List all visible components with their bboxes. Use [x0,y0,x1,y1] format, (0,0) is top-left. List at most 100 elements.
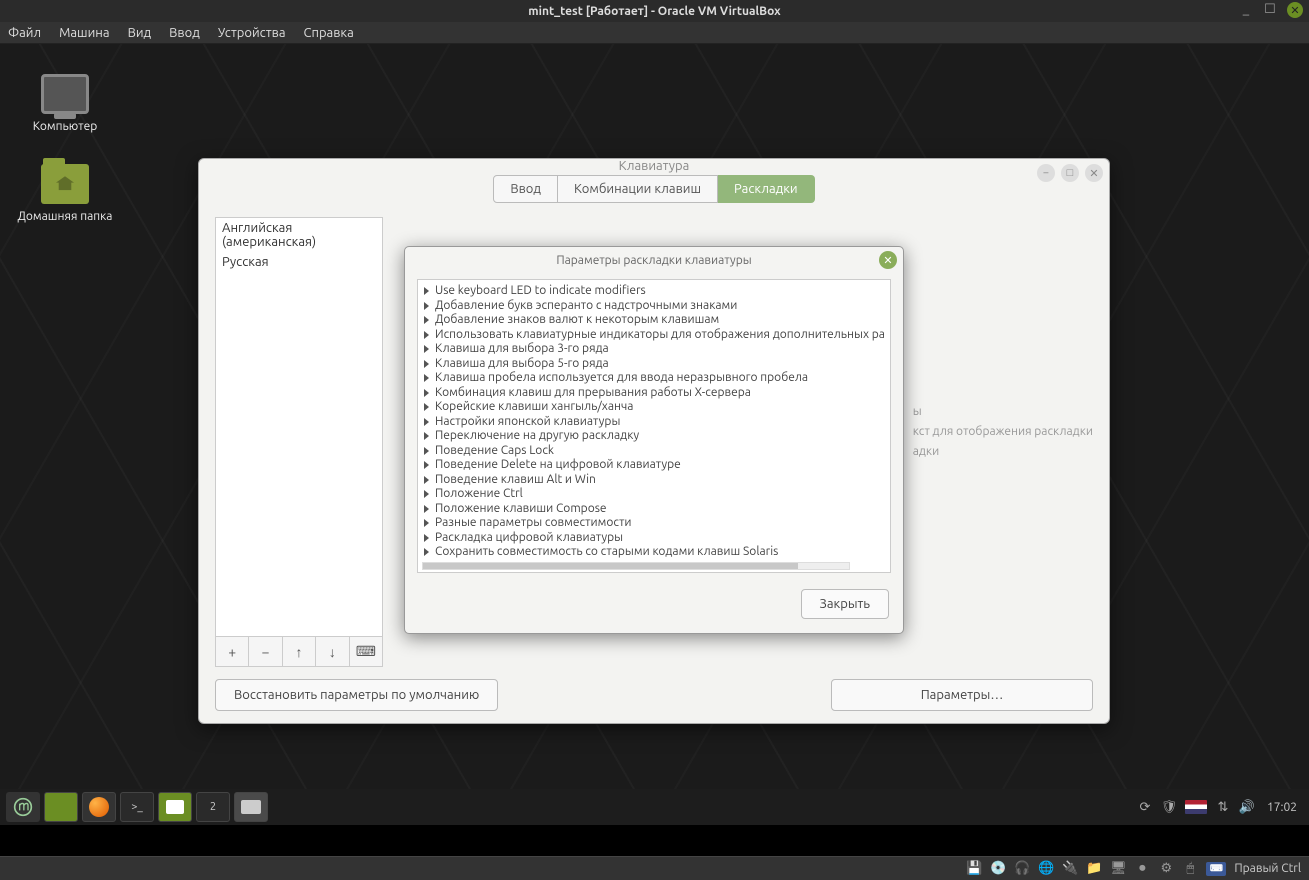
tree-item[interactable]: Положение Ctrl [418,487,890,502]
parameters-button[interactable]: Параметры… [831,679,1093,711]
expand-icon[interactable] [424,389,429,397]
remove-button[interactable]: − [249,637,282,666]
mint-menu-button[interactable] [6,792,40,822]
window-title: Клавиатура [619,159,690,173]
expand-icon[interactable] [424,534,429,542]
taskbar-files[interactable] [158,792,192,822]
tree-item[interactable]: Use keyboard LED to indicate modifiers [418,284,890,299]
vbox-audio-icon[interactable]: 🎧 [1014,861,1030,877]
maximize-icon[interactable]: □ [1061,164,1079,182]
tree-item[interactable]: Клавиша для выбора 5-го ряда [418,357,890,372]
tree-item[interactable]: Корейские клавиши хангыль/ханча [418,400,890,415]
tree-item[interactable]: Использовать клавиатурные индикаторы для… [418,328,890,343]
menu-input[interactable]: Ввод [169,26,200,40]
tree-item[interactable]: Настройки японской клавиатуры [418,415,890,430]
expand-icon[interactable] [424,418,429,426]
maximize-icon[interactable]: ☐ [1263,2,1277,16]
restore-defaults-button[interactable]: Восстановить параметры по умолчанию [215,679,498,711]
desktop-icon-computer[interactable]: Компьютер [10,74,120,133]
vbox-hdd-icon[interactable]: 💾 [966,861,982,877]
tab-layouts[interactable]: Раскладки [718,175,815,203]
tree-item[interactable]: Комбинация клавиш для прерывания работы … [418,386,890,401]
menu-machine[interactable]: Машина [59,26,110,40]
add-button[interactable]: + [216,637,249,666]
taskbar-terminal[interactable]: >_ [120,792,154,822]
horizontal-scrollbar[interactable] [422,562,850,570]
window-titlebar[interactable]: Клавиатура − □ ✕ [199,159,1109,173]
tray-shield-icon[interactable]: 🛡 [1161,799,1177,815]
expand-icon[interactable] [424,403,429,411]
expand-icon[interactable] [424,360,429,368]
vbox-keyboard-capture-icon[interactable]: ⌨ [1206,862,1226,876]
move-up-button[interactable]: ↑ [283,637,316,666]
tree-item[interactable]: Добавление знаков валют к некоторым клав… [418,313,890,328]
tab-input[interactable]: Ввод [493,175,558,203]
vbox-mouse-icon[interactable]: 🖱 [1182,861,1198,877]
vbox-shared-icon[interactable]: 📁 [1086,861,1102,877]
expand-icon[interactable] [424,316,429,324]
expand-icon[interactable] [424,374,429,382]
tree-item[interactable]: Поведение Delete на цифровой клавиатуре [418,458,890,473]
expand-icon[interactable] [424,287,429,295]
tray-lang-indicator[interactable] [1185,800,1207,814]
vbox-recording-icon[interactable]: ⏺ [1134,861,1150,877]
expand-icon[interactable] [424,331,429,339]
close-icon[interactable]: ✕ [1287,2,1303,18]
tree-item[interactable]: Переключение на другую раскладку [418,429,890,444]
tray-sound-icon[interactable]: 🔊 [1239,799,1255,815]
tree-item[interactable]: Клавиша пробела используется для ввода н… [418,371,890,386]
clock[interactable]: 17:02 [1267,801,1297,814]
show-desktop-button[interactable] [44,792,78,822]
show-keyboard-button[interactable]: ⌨ [350,637,382,666]
dialog-titlebar[interactable]: Параметры раскладки клавиатуры ✕ [405,247,903,273]
menu-file[interactable]: Файл [8,26,41,40]
taskbar-app-keyboard[interactable] [234,792,268,822]
tree-item[interactable]: Сохранить совместимость со старыми кодам… [418,545,890,560]
vbox-usb-icon[interactable]: 🔌 [1062,861,1078,877]
taskbar-firefox[interactable] [82,792,116,822]
expand-icon[interactable] [424,461,429,469]
folder-icon [166,800,184,814]
tree-item[interactable]: Поведение клавиш Alt и Win [418,473,890,488]
expand-icon[interactable] [424,476,429,484]
desktop-icon-home[interactable]: Домашняя папка [10,164,120,223]
vbox-optical-icon[interactable]: 💿 [990,861,1006,877]
expand-icon[interactable] [424,447,429,455]
list-item[interactable]: Русская [216,252,382,272]
tree-item[interactable]: Поведение Caps Lock [418,444,890,459]
expand-icon[interactable] [424,490,429,498]
vbox-cpu-icon[interactable]: ⚙ [1158,861,1174,877]
list-item[interactable]: Английская (американская) [216,218,382,252]
tray-network-icon[interactable]: ⇅ [1215,799,1231,815]
tree-item[interactable]: Положение клавиши Compose [418,502,890,517]
options-tree[interactable]: Use keyboard LED to indicate modifiers Д… [417,279,891,573]
close-icon[interactable]: ✕ [879,251,897,269]
expand-icon[interactable] [424,432,429,440]
expand-icon[interactable] [424,302,429,310]
tab-shortcuts[interactable]: Комбинации клавиш [558,175,718,203]
menu-devices[interactable]: Устройства [218,26,286,40]
expand-icon[interactable] [424,505,429,513]
folder-icon [41,164,89,204]
vbox-display-icon[interactable]: 🖥 [1110,861,1126,877]
move-down-button[interactable]: ↓ [316,637,349,666]
vbox-hostkey-label: Правый Ctrl [1234,862,1301,875]
minimize-icon[interactable]: − [1037,164,1055,182]
expand-icon[interactable] [424,548,429,556]
tree-item[interactable]: Клавиша для выбора 3-го ряда [418,342,890,357]
tree-item[interactable]: Добавление букв эсперанто с надстрочными… [418,299,890,314]
tree-item[interactable]: Разные параметры совместимости [418,516,890,531]
taskbar-workspaces[interactable]: 2 [196,792,230,822]
vbox-network-icon[interactable]: 🌐 [1038,861,1054,877]
close-button[interactable]: Закрыть [801,589,889,619]
minimize-icon[interactable]: _ [1239,2,1253,16]
menu-help[interactable]: Справка [304,26,354,40]
guest-desktop: Компьютер Домашняя папка Клавиатура − □ … [0,44,1309,825]
layout-list[interactable]: Английская (американская) Русская [215,217,383,637]
menu-view[interactable]: Вид [128,26,152,40]
tree-item[interactable]: Раскладка цифровой клавиатуры [418,531,890,546]
tray-updates-icon[interactable]: ⟳ [1137,799,1153,815]
close-icon[interactable]: ✕ [1085,164,1103,182]
expand-icon[interactable] [424,519,429,527]
expand-icon[interactable] [424,345,429,353]
